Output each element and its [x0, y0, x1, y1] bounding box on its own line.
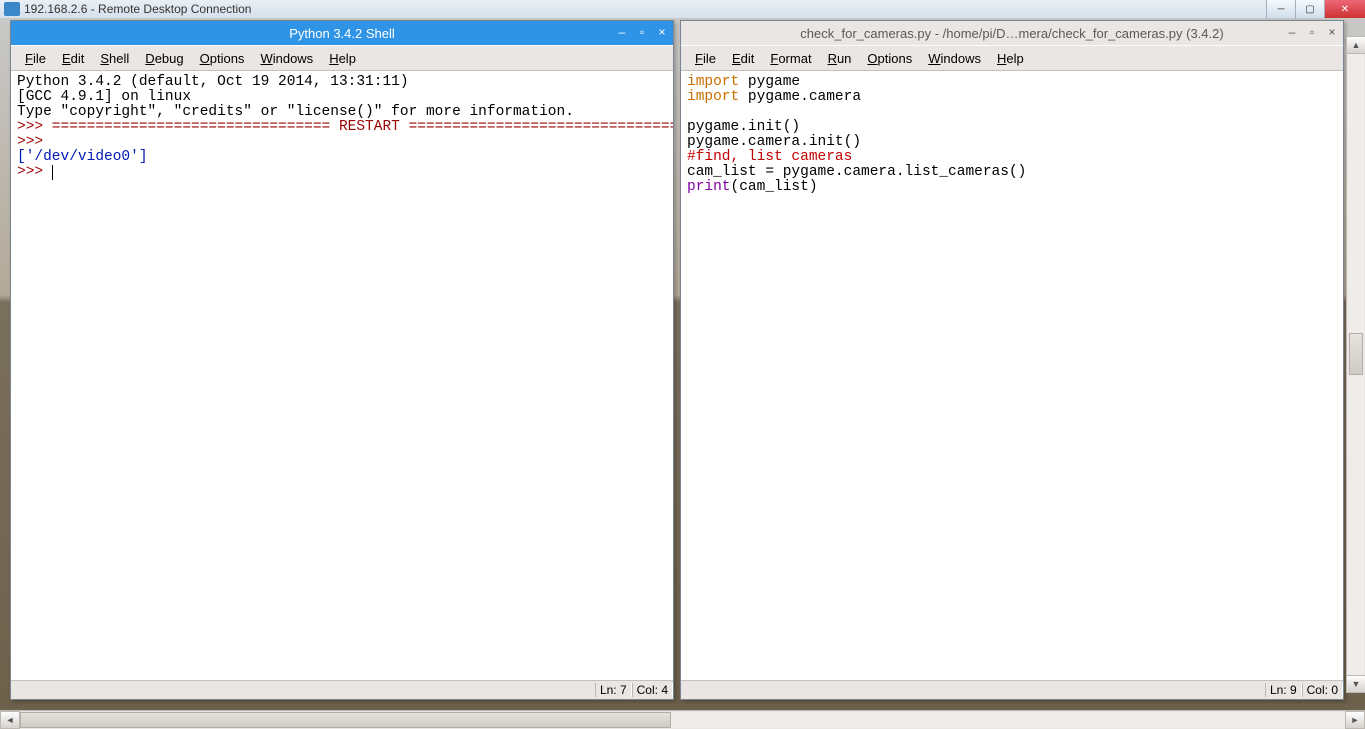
- editor-text-area[interactable]: import pygame import pygame.camera pygam…: [681, 71, 1343, 680]
- scroll-up-icon[interactable]: ▲: [1346, 36, 1365, 54]
- shell-banner-line3: Type "copyright", "credits" or "license(…: [17, 104, 574, 120]
- code-text: cam_list = pygame.camera.list_cameras(): [687, 164, 1026, 180]
- shell-status-col: Col: 4: [632, 683, 673, 697]
- maximize-icon[interactable]: ▫: [635, 25, 649, 39]
- code-text: pygame.camera.init(): [687, 134, 861, 150]
- hscroll-track[interactable]: [20, 712, 1345, 728]
- shell-prompt: >>>: [17, 134, 52, 150]
- text-caret: [52, 165, 53, 180]
- code-text: pygame: [739, 74, 800, 90]
- rdc-window-controls: ─ ▢ ✕: [1266, 0, 1365, 18]
- hscroll-thumb[interactable]: [20, 712, 671, 728]
- minimize-button[interactable]: ─: [1266, 0, 1295, 18]
- outer-vertical-scrollbar[interactable]: ▲ ▼: [1346, 36, 1365, 693]
- code-kw: import: [687, 89, 739, 105]
- scroll-right-icon[interactable]: ►: [1345, 711, 1365, 729]
- menu-options[interactable]: Options: [859, 49, 920, 68]
- maximize-icon[interactable]: ▫: [1305, 25, 1319, 39]
- close-button[interactable]: ✕: [1324, 0, 1365, 18]
- menu-options[interactable]: Options: [192, 49, 253, 68]
- shell-banner-line2: [GCC 4.9.1] on linux: [17, 89, 191, 105]
- menu-windows[interactable]: Windows: [252, 49, 321, 68]
- menu-shell[interactable]: Shell: [92, 49, 137, 68]
- shell-title: Python 3.4.2 Shell: [289, 26, 395, 41]
- python-shell-window: Python 3.4.2 Shell – ▫ × File Edit Shell…: [10, 20, 674, 700]
- menu-help[interactable]: Help: [989, 49, 1032, 68]
- menu-windows[interactable]: Windows: [920, 49, 989, 68]
- shell-text-area[interactable]: Python 3.4.2 (default, Oct 19 2014, 13:3…: [11, 71, 673, 680]
- code-comment: #find, list cameras: [687, 149, 852, 165]
- shell-output: ['/dev/video0']: [17, 149, 148, 165]
- close-icon[interactable]: ×: [655, 25, 669, 39]
- shell-prompt-2: >>>: [17, 164, 52, 180]
- close-icon[interactable]: ×: [1325, 25, 1339, 39]
- rdc-title: 192.168.2.6 - Remote Desktop Connection: [24, 2, 251, 16]
- code-fn: print: [687, 179, 731, 195]
- vscroll-track[interactable]: [1348, 54, 1364, 675]
- shell-statusbar: Ln: 7 Col: 4: [11, 680, 673, 699]
- scroll-left-icon[interactable]: ◄: [0, 711, 20, 729]
- editor-status-col: Col: 0: [1302, 683, 1343, 697]
- shell-restart-line: >>> ================================ RES…: [17, 119, 673, 135]
- editor-title: check_for_cameras.py - /home/pi/D…mera/c…: [800, 26, 1223, 41]
- menu-file[interactable]: File: [17, 49, 54, 68]
- outer-horizontal-scrollbar[interactable]: ◄ ►: [0, 710, 1365, 729]
- editor-window: check_for_cameras.py - /home/pi/D…mera/c…: [680, 20, 1344, 700]
- menu-run[interactable]: Run: [820, 49, 860, 68]
- editor-menubar: File Edit Format Run Options Windows Hel…: [681, 45, 1343, 71]
- rdc-icon: [4, 2, 20, 16]
- vscroll-thumb[interactable]: [1349, 333, 1363, 375]
- menu-edit[interactable]: Edit: [54, 49, 92, 68]
- shell-status-ln: Ln: 7: [595, 683, 632, 697]
- maximize-button[interactable]: ▢: [1295, 0, 1324, 18]
- menu-edit[interactable]: Edit: [724, 49, 762, 68]
- menu-help[interactable]: Help: [321, 49, 364, 68]
- minimize-icon[interactable]: –: [1285, 25, 1299, 39]
- shell-titlebar[interactable]: Python 3.4.2 Shell – ▫ ×: [11, 21, 673, 45]
- rdc-titlebar: 192.168.2.6 - Remote Desktop Connection …: [0, 0, 1365, 19]
- editor-titlebar[interactable]: check_for_cameras.py - /home/pi/D…mera/c…: [681, 21, 1343, 45]
- editor-statusbar: Ln: 9 Col: 0: [681, 680, 1343, 699]
- code-text: (cam_list): [731, 179, 818, 195]
- shell-banner-line1: Python 3.4.2 (default, Oct 19 2014, 13:3…: [17, 74, 409, 90]
- editor-status-ln: Ln: 9: [1265, 683, 1302, 697]
- code-text: pygame.init(): [687, 119, 800, 135]
- menu-format[interactable]: Format: [762, 49, 819, 68]
- menu-debug[interactable]: Debug: [137, 49, 191, 68]
- code-kw: import: [687, 74, 739, 90]
- minimize-icon[interactable]: –: [615, 25, 629, 39]
- code-text: pygame.camera: [739, 89, 861, 105]
- remote-desktop: Python 3.4.2 Shell – ▫ × File Edit Shell…: [0, 18, 1365, 711]
- menu-file[interactable]: File: [687, 49, 724, 68]
- scroll-down-icon[interactable]: ▼: [1346, 675, 1365, 693]
- shell-menubar: File Edit Shell Debug Options Windows He…: [11, 45, 673, 71]
